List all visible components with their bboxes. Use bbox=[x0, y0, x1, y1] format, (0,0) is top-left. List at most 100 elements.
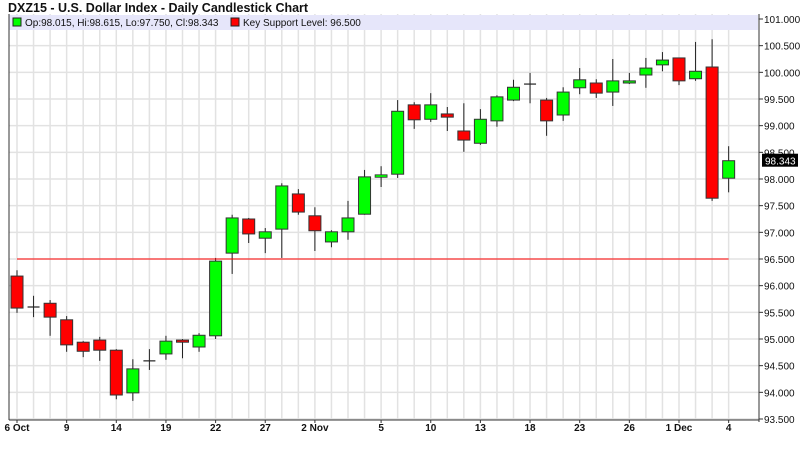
candle-down bbox=[308, 207, 322, 251]
candle-body bbox=[722, 160, 736, 179]
candle-down bbox=[457, 103, 471, 152]
candle-body bbox=[457, 130, 471, 141]
ohlc-legend-label: Op:98.015, Hi:98.615, Lo:97.750, Cl:98.3… bbox=[25, 18, 219, 29]
candle-up bbox=[490, 95, 504, 127]
candle-body bbox=[109, 349, 123, 396]
candle-up bbox=[209, 257, 223, 339]
x-tick-label: 9 bbox=[64, 423, 70, 434]
x-tick-label: 22 bbox=[210, 423, 222, 434]
candle-body bbox=[689, 70, 703, 80]
candle-up bbox=[27, 295, 40, 318]
y-tick-label: 100.500 bbox=[764, 42, 800, 53]
candle-down bbox=[291, 189, 305, 215]
legend: Op:98.015, Hi:98.615, Lo:97.750, Cl:98.3… bbox=[9, 15, 758, 30]
x-tick-label: 6 Oct bbox=[4, 423, 30, 434]
candle-body bbox=[341, 217, 355, 233]
x-tick-label: 1 Dec bbox=[666, 423, 693, 434]
x-tick-label: 27 bbox=[260, 423, 272, 434]
candle-up bbox=[358, 169, 372, 215]
y-tick-label: 98.000 bbox=[764, 175, 795, 186]
candle-body bbox=[672, 57, 686, 82]
candle-body bbox=[473, 118, 487, 144]
last-price-label: 98.343 bbox=[765, 157, 796, 168]
x-tick-label: 4 bbox=[726, 423, 732, 434]
candle-up bbox=[225, 214, 239, 274]
candle-body bbox=[258, 231, 272, 239]
candle-body bbox=[655, 59, 669, 66]
candle-down bbox=[407, 102, 421, 129]
ohlc-legend-swatch bbox=[12, 17, 22, 27]
candle-down bbox=[705, 39, 719, 201]
candle-up bbox=[655, 52, 669, 72]
candlestick-chart: Op:98.015, Hi:98.615, Lo:97.750, Cl:98.3… bbox=[4, 14, 800, 434]
candle-body bbox=[93, 339, 107, 351]
candle-up bbox=[473, 109, 487, 145]
candle-down bbox=[440, 107, 454, 131]
candle-up bbox=[391, 100, 405, 178]
candle-body bbox=[573, 79, 587, 89]
candle-up bbox=[556, 87, 570, 121]
candle-body bbox=[10, 275, 24, 309]
candle-up bbox=[639, 57, 653, 88]
candle-up bbox=[424, 93, 438, 122]
x-tick-label: 26 bbox=[624, 423, 636, 434]
candle-body bbox=[490, 96, 504, 122]
x-tick-label: 13 bbox=[475, 423, 487, 434]
candle-up bbox=[143, 349, 156, 370]
candle-body bbox=[507, 86, 520, 101]
candle-down bbox=[10, 270, 24, 313]
last-price-tag: 98.343 bbox=[762, 153, 798, 168]
candle-body bbox=[275, 185, 289, 230]
candle-down bbox=[76, 341, 90, 358]
x-tick-label: 10 bbox=[425, 423, 437, 434]
candle-body bbox=[242, 218, 256, 235]
candle-body bbox=[60, 319, 74, 346]
x-tick-label: 19 bbox=[160, 423, 172, 434]
y-tick-label: 95.000 bbox=[764, 335, 795, 346]
candle-body bbox=[225, 217, 239, 254]
candle-down bbox=[540, 97, 554, 136]
x-tick-label: 5 bbox=[378, 423, 384, 434]
candle-body bbox=[291, 193, 305, 213]
candle-body bbox=[556, 91, 570, 116]
candle-up bbox=[722, 146, 736, 193]
y-tick-label: 96.000 bbox=[764, 282, 795, 293]
candle-body bbox=[209, 260, 223, 337]
y-tick-label: 93.500 bbox=[764, 415, 795, 426]
candle-body bbox=[374, 174, 388, 178]
support-legend-swatch bbox=[230, 17, 240, 27]
candle-down bbox=[43, 300, 57, 336]
candle-body bbox=[324, 231, 338, 243]
candle-down bbox=[242, 217, 256, 243]
candle-up bbox=[192, 333, 206, 352]
candle-body bbox=[540, 99, 554, 122]
y-tick-label: 96.500 bbox=[764, 255, 795, 266]
candle-down bbox=[589, 79, 603, 98]
candle-body bbox=[308, 215, 322, 232]
y-tick-label: 101.000 bbox=[764, 15, 800, 26]
candle-body bbox=[76, 341, 90, 352]
candle-body bbox=[407, 104, 421, 121]
candle-body bbox=[159, 340, 173, 355]
y-tick-label: 97.000 bbox=[764, 228, 795, 239]
candle-up bbox=[622, 72, 636, 85]
candle-body bbox=[440, 113, 454, 118]
candle-body bbox=[424, 104, 438, 120]
candle-up bbox=[258, 228, 272, 254]
candle-up bbox=[275, 183, 289, 258]
candles bbox=[10, 39, 736, 401]
y-tick-label: 97.500 bbox=[764, 202, 795, 213]
y-tick-label: 94.500 bbox=[764, 362, 795, 373]
x-tick-label: 18 bbox=[524, 423, 536, 434]
y-tick-label: 99.000 bbox=[764, 122, 795, 133]
candle-body bbox=[358, 176, 372, 215]
candle-down bbox=[672, 57, 686, 86]
candle-body bbox=[126, 368, 140, 394]
x-tick-label: 2 Nov bbox=[301, 423, 329, 434]
y-tick-label: 95.500 bbox=[764, 308, 795, 319]
x-tick-label: 23 bbox=[574, 423, 586, 434]
candle-down bbox=[60, 316, 74, 352]
candle-up bbox=[324, 230, 338, 248]
candle-body bbox=[622, 80, 636, 84]
candle-down bbox=[109, 349, 123, 400]
